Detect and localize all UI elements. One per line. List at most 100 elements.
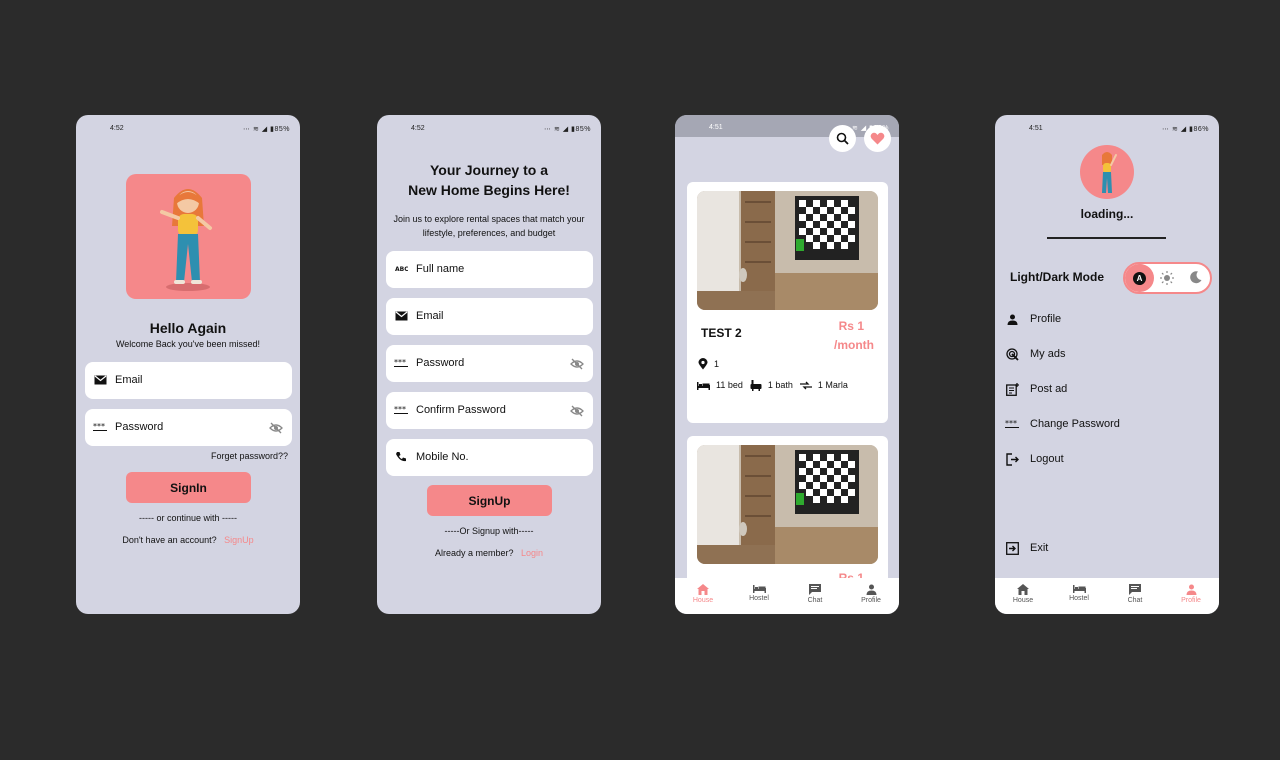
confirm-password-field[interactable]: *** Confirm Password (386, 392, 593, 429)
nav-house[interactable]: House (995, 578, 1051, 614)
search-button[interactable] (829, 125, 856, 152)
menu-exit[interactable]: Exit (1005, 539, 1048, 557)
theme-dark-option[interactable] (1189, 271, 1202, 289)
listing-title: TEST 2 (701, 326, 742, 340)
nav-chat[interactable]: Chat (1107, 578, 1163, 614)
menu-profile[interactable]: Profile (1005, 310, 1061, 328)
svg-text:ABC: ABC (395, 266, 408, 273)
bottom-nav: House Hostel Chat Profile (675, 578, 899, 614)
nav-house-label: House (692, 597, 714, 604)
signup-desc-line1: Join us to explore rental spaces that ma… (393, 214, 585, 224)
nav-profile[interactable]: Profile (1163, 578, 1219, 614)
full-name-field[interactable]: ABC Full name (386, 251, 593, 288)
heart-icon (870, 132, 885, 145)
menu-logout[interactable]: Logout (1005, 450, 1064, 468)
theme-light-option[interactable] (1160, 271, 1174, 290)
bed-icon (752, 585, 766, 593)
confirm-password-label: Confirm Password (416, 404, 506, 416)
login-prompt: Already a member? Login (377, 548, 601, 558)
menu-my-ads[interactable]: My ads (1005, 345, 1065, 363)
listing-price: Rs 1 /month (834, 317, 874, 355)
name-divider (1047, 237, 1166, 239)
battery-level: 86% (1193, 126, 1209, 133)
nav-house[interactable]: House (675, 578, 731, 614)
signup-title-line1: Your Journey to a (430, 162, 548, 178)
favorites-button[interactable] (864, 125, 891, 152)
listing-card[interactable]: TEST 2 Rs 1 /month 1 11 bed 1 bath 1 Mar… (687, 182, 888, 423)
nav-hostel[interactable]: Hostel (731, 578, 787, 614)
listing-card[interactable]: Rs 1 (687, 436, 888, 586)
auto-mode-icon: A (1133, 271, 1146, 285)
theme-auto-option[interactable]: A (1125, 264, 1154, 292)
listing-photo (697, 191, 878, 310)
signin-subtitle: Welcome Back you've been missed! (115, 339, 261, 349)
theme-toggle[interactable]: A (1123, 262, 1212, 294)
person-icon (1005, 312, 1019, 326)
menu-profile-label: Profile (1030, 313, 1062, 325)
profile-name: loading... (1080, 207, 1134, 221)
email-field[interactable]: Email (85, 362, 292, 399)
status-icons: ⋯ ≋ ◢ ▮85% (544, 126, 591, 133)
signup-link[interactable]: SignUp (224, 535, 254, 545)
password-field[interactable]: *** Password (85, 409, 292, 446)
nav-profile-label: Profile (861, 597, 881, 604)
signin-screen: 4:52 ⋯ ≋ ◢ ▮85% Hello Again Welcome Back… (76, 115, 300, 614)
abc-icon: ABC (394, 262, 408, 276)
mobile-field[interactable]: Mobile No. (386, 439, 593, 476)
signup-with-divider: -----Or Signup with----- (444, 526, 534, 536)
menu-post-ad-label: Post ad (1030, 383, 1068, 395)
menu-change-password-label: Change Password (1030, 418, 1120, 430)
location-pin-icon (698, 358, 708, 370)
nav-chat[interactable]: Chat (787, 578, 843, 614)
sun-icon (1160, 271, 1174, 285)
email-field[interactable]: Email (386, 298, 593, 335)
bath-icon (750, 380, 762, 391)
status-time: 4:52 (411, 125, 425, 132)
ads-click-icon (1005, 347, 1019, 361)
battery-level: 85% (575, 126, 591, 133)
area-text: 1 Marla (817, 380, 848, 390)
menu-logout-label: Logout (1030, 453, 1064, 465)
status-bar: 4:52 ⋯ ≋ ◢ ▮85% (76, 115, 300, 143)
eye-off-icon[interactable] (570, 357, 584, 371)
chat-icon (1129, 584, 1141, 595)
menu-post-ad[interactable]: Post ad (1005, 380, 1067, 398)
full-name-label: Full name (416, 263, 465, 275)
eye-off-icon[interactable] (570, 404, 584, 418)
svg-text:***: *** (93, 423, 105, 431)
nav-profile[interactable]: Profile (843, 578, 899, 614)
avatar[interactable] (1080, 145, 1134, 199)
price-amount: Rs 1 (838, 319, 864, 333)
login-link[interactable]: Login (521, 548, 543, 558)
password-icon: *** (394, 356, 408, 370)
mail-icon (394, 309, 408, 323)
signup-button[interactable]: SignUp (427, 485, 552, 516)
password-field[interactable]: *** Password (386, 345, 593, 382)
nav-hostel[interactable]: Hostel (1051, 578, 1107, 614)
battery-level: 85% (274, 126, 290, 133)
status-time: 4:51 (1029, 125, 1043, 132)
listing-screen: 4:51 ⋯ ≋ ◢ ▮86% (675, 115, 899, 614)
menu-my-ads-label: My ads (1030, 348, 1066, 360)
eye-off-icon[interactable] (269, 421, 283, 435)
password-icon: *** (93, 420, 107, 434)
area-icon (799, 381, 812, 390)
signup-title-line2: New Home Begins Here! (408, 182, 570, 198)
theme-mode-label: Light/Dark Mode (1010, 270, 1105, 284)
nav-hostel-label: Hostel (749, 595, 769, 602)
location-text: 1 (714, 359, 720, 369)
beds-text: 11 bed (716, 380, 743, 390)
signin-button[interactable]: SignIn (126, 472, 251, 503)
person-icon (1186, 584, 1196, 595)
status-icons: ⋯ ≋ ◢ ▮85% (243, 126, 290, 133)
nav-chat-label: Chat (1127, 597, 1143, 604)
home-icon (1017, 584, 1029, 595)
person-icon (866, 584, 876, 595)
menu-change-password[interactable]: *** Change Password (1005, 415, 1120, 433)
moon-icon (1190, 271, 1202, 284)
mobile-label: Mobile No. (416, 451, 469, 463)
email-label: Email (115, 374, 143, 386)
chat-icon (809, 584, 821, 595)
forgot-password-link[interactable]: Forget password?? (211, 451, 288, 461)
email-label: Email (416, 310, 444, 322)
